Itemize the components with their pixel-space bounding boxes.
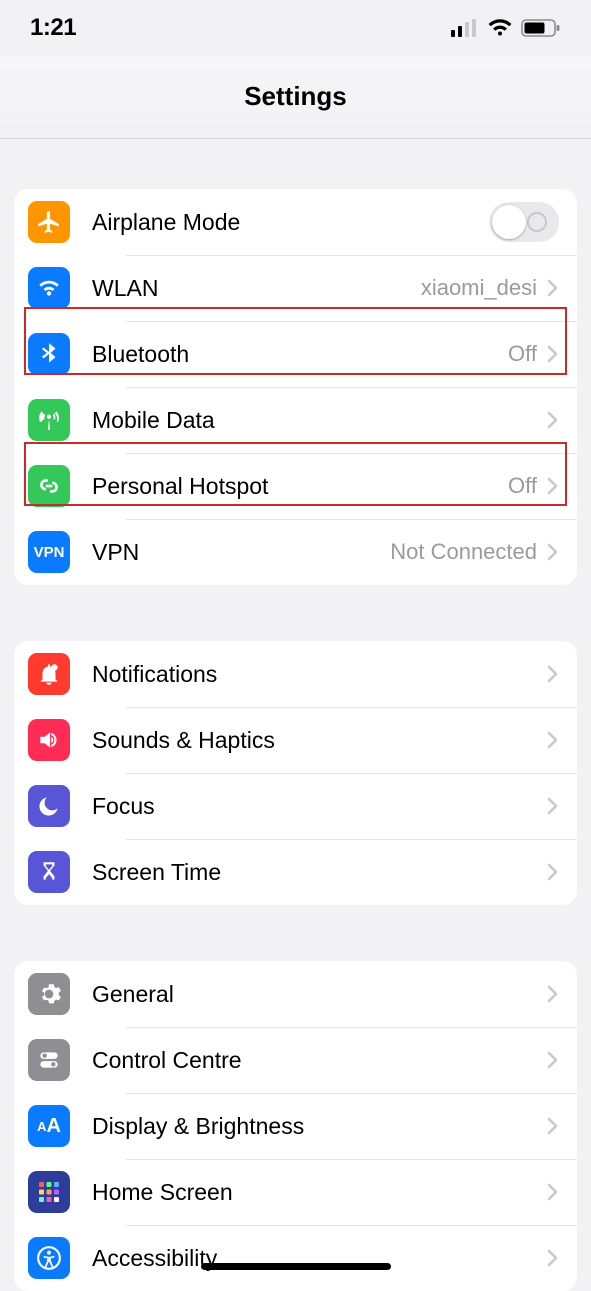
row-control-centre[interactable]: Control Centre [14,1027,577,1093]
bell-icon [28,653,70,695]
chevron-icon [547,543,559,561]
chevron-icon [547,665,559,683]
header: Settings [0,55,591,139]
vpn-label: VPN [92,539,390,566]
mobile-data-label: Mobile Data [92,407,547,434]
status-bar: 1:21 [0,0,591,55]
wlan-value: xiaomi_desi [421,275,537,301]
cellular-icon [451,19,479,37]
controlcentre-label: Control Centre [92,1047,547,1074]
row-notifications[interactable]: Notifications [14,641,577,707]
bluetooth-value: Off [508,341,537,367]
vpn-badge-text: VPN [34,544,65,561]
notifications-label: Notifications [92,661,547,688]
row-vpn[interactable]: VPN VPN Not Connected [14,519,577,585]
chevron-icon [547,345,559,363]
apps-grid-icon [28,1171,70,1213]
row-wlan[interactable]: WLAN xiaomi_desi [14,255,577,321]
wifi-settings-icon [28,267,70,309]
wifi-icon [487,18,513,38]
row-accessibility[interactable]: Accessibility [14,1225,577,1291]
chevron-icon [547,731,559,749]
home-indicator[interactable] [201,1263,391,1270]
hotspot-value: Off [508,473,537,499]
content: Airplane Mode WLAN xiaomi_desi Bluetooth… [0,189,591,1291]
airplane-label: Airplane Mode [92,209,479,236]
row-airplane-mode[interactable]: Airplane Mode [14,189,577,255]
airplane-icon [28,201,70,243]
row-mobile-data[interactable]: Mobile Data [14,387,577,453]
status-time: 1:21 [30,14,76,42]
chevron-icon [547,985,559,1003]
display-label: Display & Brightness [92,1113,547,1140]
wlan-label: WLAN [92,275,421,302]
bluetooth-label: Bluetooth [92,341,508,368]
row-home-screen[interactable]: Home Screen [14,1159,577,1225]
chevron-icon [547,1051,559,1069]
vpn-value: Not Connected [390,539,537,565]
chevron-icon [547,797,559,815]
textsize-icon: AA [28,1105,70,1147]
gear-icon [28,973,70,1015]
speaker-icon [28,719,70,761]
chevron-icon [547,477,559,495]
row-personal-hotspot[interactable]: Personal Hotspot Off [14,453,577,519]
group-system: General Control Centre AA Display & Brig… [14,961,577,1291]
row-sounds[interactable]: Sounds & Haptics [14,707,577,773]
row-focus[interactable]: Focus [14,773,577,839]
screentime-label: Screen Time [92,859,547,886]
toggles-icon [28,1039,70,1081]
homescreen-label: Home Screen [92,1179,547,1206]
chevron-icon [547,863,559,881]
battery-icon [521,19,561,37]
focus-label: Focus [92,793,547,820]
hourglass-icon [28,851,70,893]
row-bluetooth[interactable]: Bluetooth Off [14,321,577,387]
airplane-switch[interactable] [489,202,559,242]
row-screen-time[interactable]: Screen Time [14,839,577,905]
sounds-label: Sounds & Haptics [92,727,547,754]
chevron-icon [547,1183,559,1201]
hotspot-label: Personal Hotspot [92,473,508,500]
group-connectivity: Airplane Mode WLAN xiaomi_desi Bluetooth… [14,189,577,585]
moon-icon [28,785,70,827]
page-title: Settings [244,81,347,112]
antenna-icon [28,399,70,441]
vpn-icon: VPN [28,531,70,573]
chevron-icon [547,411,559,429]
chevron-icon [547,279,559,297]
chevron-icon [547,1249,559,1267]
group-nsf: Notifications Sounds & Haptics Focus Scr… [14,641,577,905]
bluetooth-icon [28,333,70,375]
accessibility-icon [28,1237,70,1279]
row-display-brightness[interactable]: AA Display & Brightness [14,1093,577,1159]
general-label: General [92,981,547,1008]
hotspot-icon [28,465,70,507]
row-general[interactable]: General [14,961,577,1027]
chevron-icon [547,1117,559,1135]
status-icons [451,18,561,38]
